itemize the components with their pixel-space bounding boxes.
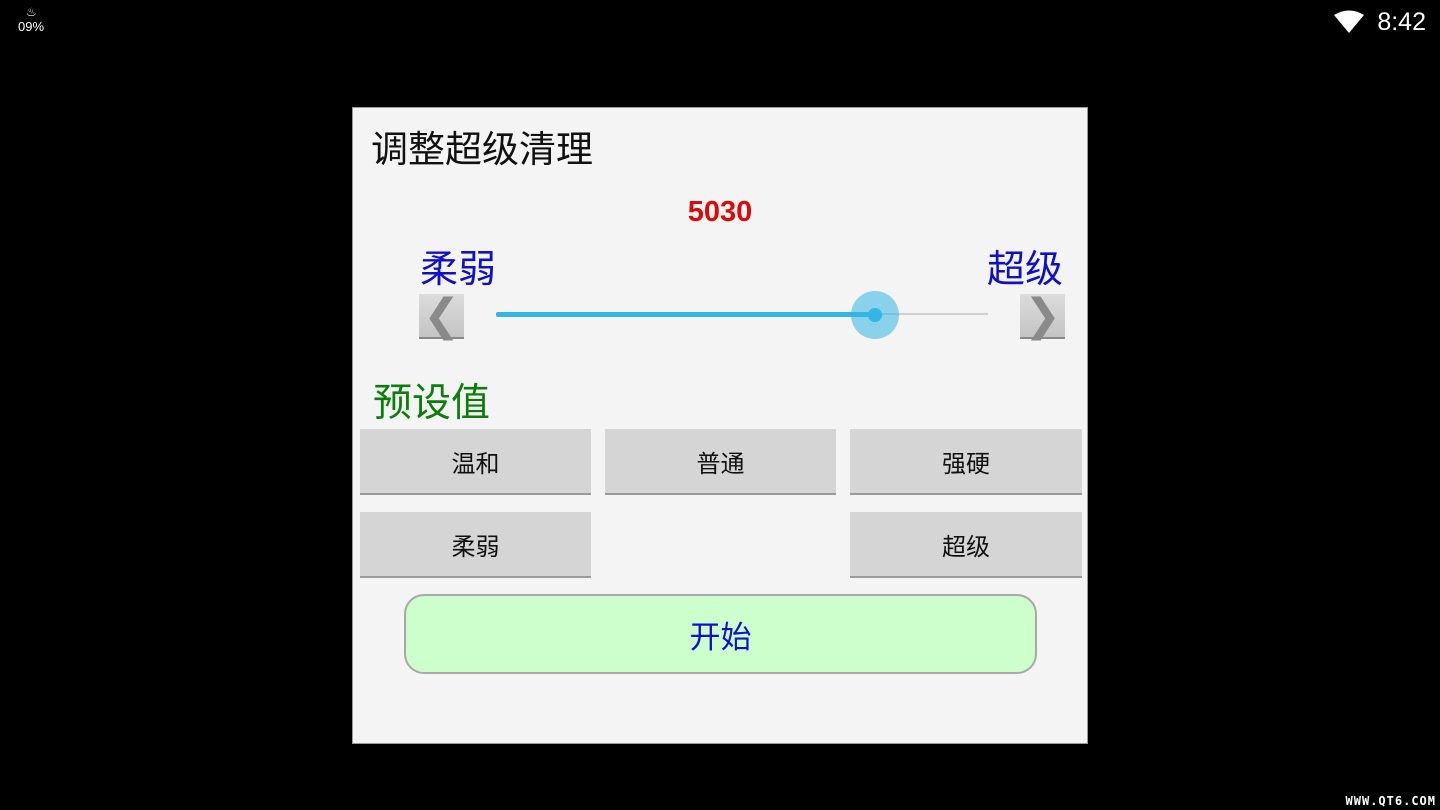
presets-label: 预设值 — [373, 381, 491, 426]
increase-button[interactable]: ❯ — [1020, 290, 1065, 341]
flame-icon: ♨ — [26, 5, 37, 19]
chevron-left-icon: ❮ — [423, 290, 460, 341]
preset-strong-button[interactable]: 强硬 — [850, 429, 1082, 495]
preset-mild-button[interactable]: 温和 — [360, 429, 591, 495]
decrease-button[interactable]: ❮ — [419, 290, 464, 341]
chevron-right-icon: ❯ — [1024, 290, 1061, 341]
wifi-icon — [1334, 10, 1365, 33]
clock: 8:42 — [1377, 7, 1426, 36]
strength-slider[interactable] — [496, 291, 988, 339]
status-bar-right: 8:42 — [1333, 6, 1426, 38]
watermark: WWW.QT6.COM — [1345, 794, 1436, 808]
preset-super-button[interactable]: 超级 — [850, 512, 1082, 578]
adjust-dialog: 调整超级清理 5030 柔弱 超级 ❮ ❯ 预设值 温和 普通 强硬 柔弱 超级… — [352, 107, 1088, 744]
range-max-label: 超级 — [986, 247, 1063, 291]
slider-thumb[interactable] — [868, 308, 882, 322]
preset-weak-button[interactable]: 柔弱 — [360, 512, 591, 578]
range-min-label: 柔弱 — [420, 247, 497, 291]
status-bar-left: ♨ 09% — [16, 6, 48, 36]
battery-percent: 09% — [18, 19, 45, 34]
slider-fill — [496, 312, 875, 317]
slider-value: 5030 — [687, 196, 753, 228]
start-button[interactable]: 开始 — [404, 594, 1037, 674]
preset-normal-button[interactable]: 普通 — [605, 429, 836, 495]
dialog-title: 调整超级清理 — [371, 128, 593, 171]
